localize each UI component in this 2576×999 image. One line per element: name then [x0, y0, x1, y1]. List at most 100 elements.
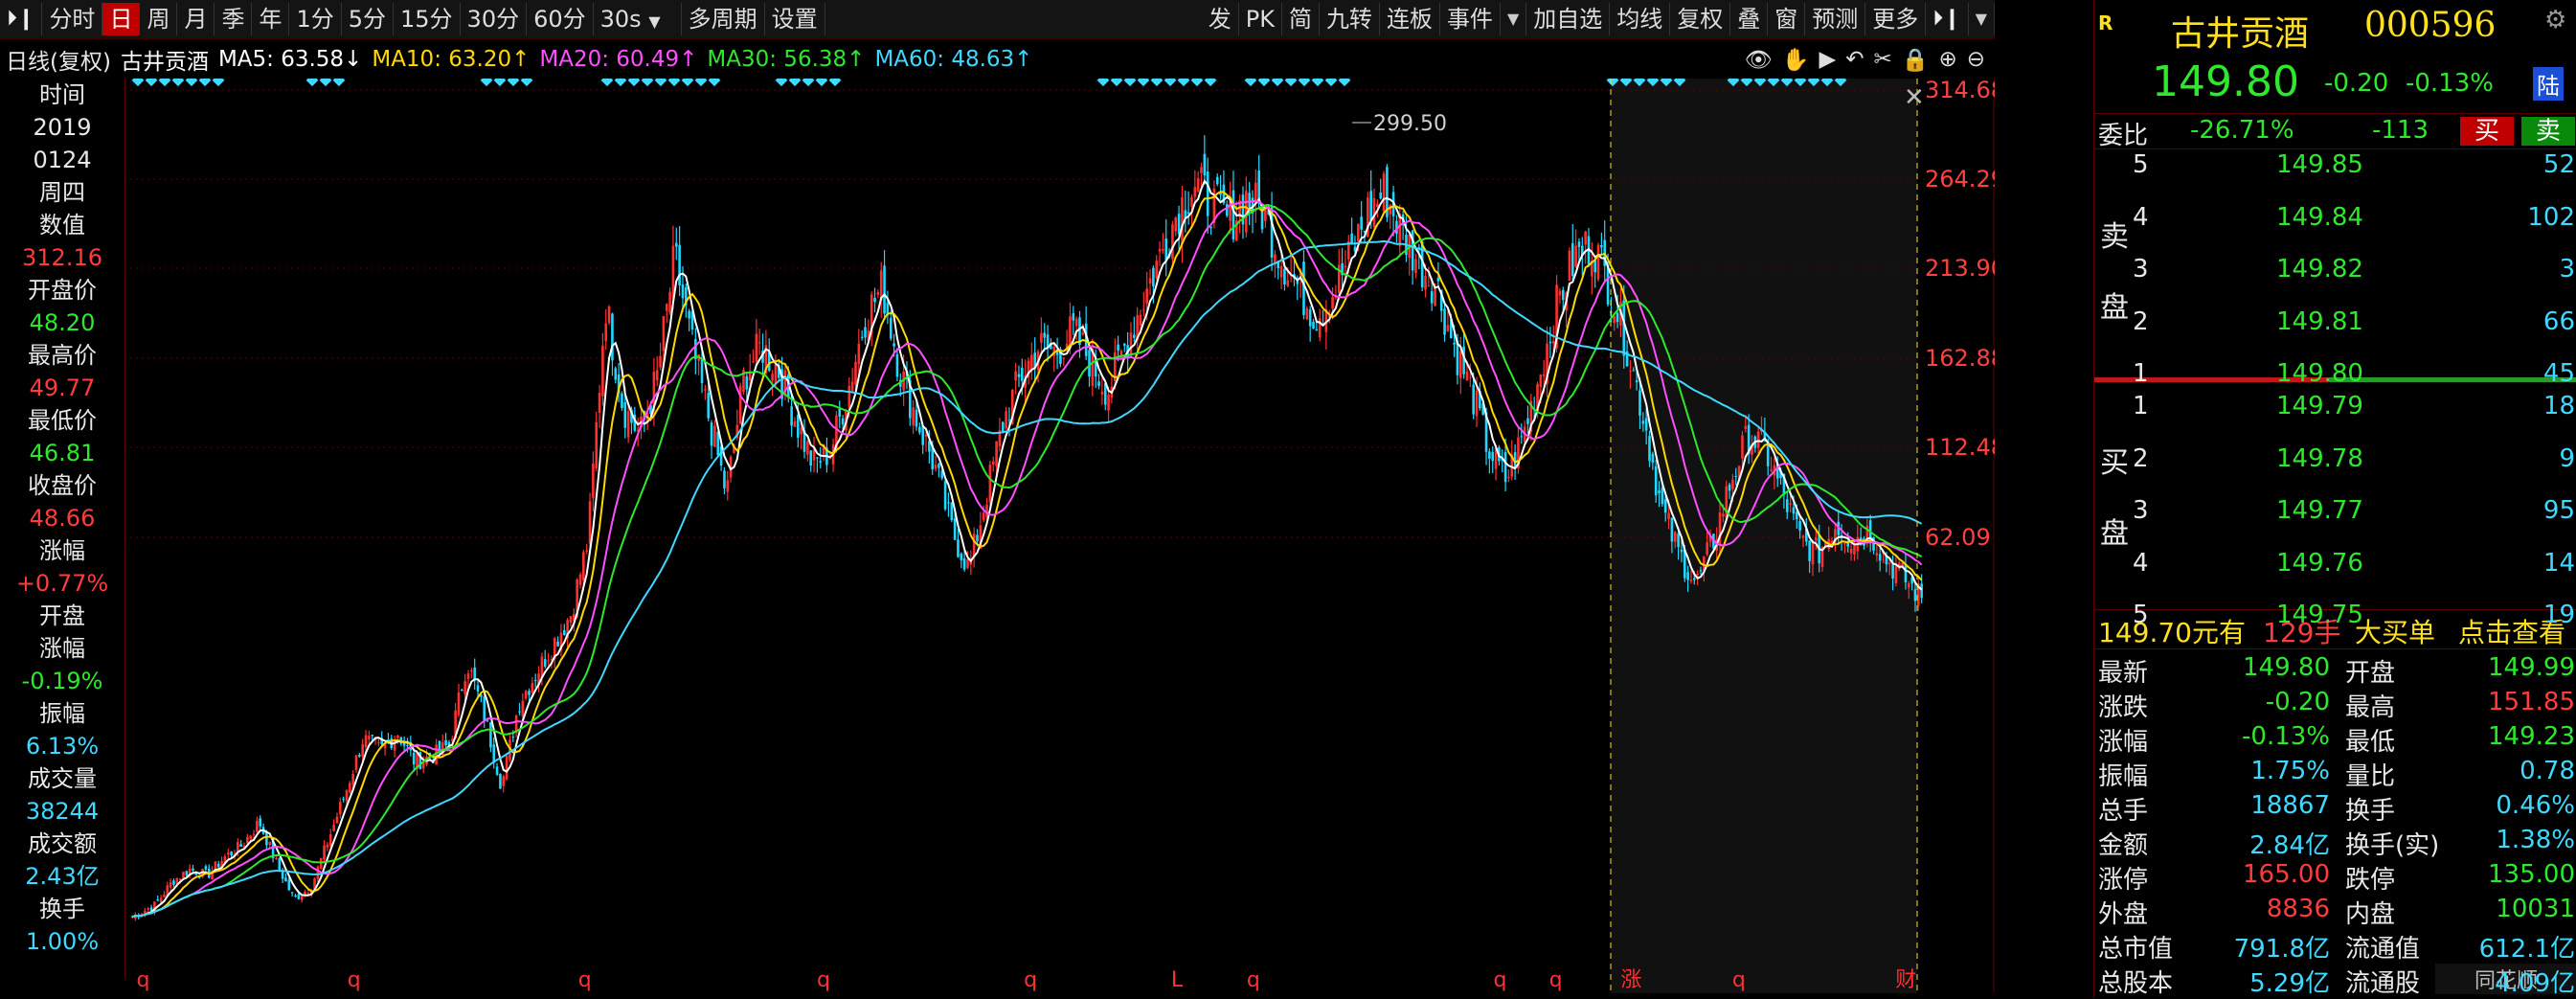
period-1min[interactable]: 1分: [289, 3, 342, 35]
time-axis-marker: q: [348, 968, 361, 992]
period-year[interactable]: 年: [252, 3, 290, 35]
forecast-button[interactable]: 预测: [1805, 3, 1866, 35]
candle-body: [809, 450, 812, 466]
candle-body: [621, 393, 623, 408]
settings-button[interactable]: 设置: [765, 3, 825, 35]
candle-body: [592, 464, 595, 498]
sidebar-toggle-icon[interactable]: ⏵❙: [0, 3, 43, 35]
candle-body: [335, 816, 339, 824]
candle-body: [1785, 499, 1789, 512]
candle-body: [1503, 451, 1507, 483]
candle-body: [1558, 290, 1562, 296]
buy-button[interactable]: 买: [2460, 117, 2514, 146]
close-chart-icon[interactable]: ✕: [1904, 83, 1925, 112]
signal-marker: [1298, 79, 1311, 87]
candle-body: [230, 851, 233, 856]
stat-label: 量比: [2345, 762, 2396, 791]
candle-body: [1789, 503, 1792, 505]
period-30s-select[interactable]: 30s ▼: [594, 3, 682, 35]
candle-body: [505, 755, 508, 780]
candle-body: [342, 798, 345, 800]
candle-body: [1853, 545, 1856, 555]
high-label: 最高价: [28, 342, 97, 369]
crosshair-info-panel: 时间 2019 0124 周四 数值 312.16 开盘价 48.20 最高价 …: [0, 79, 125, 979]
ask-side-label-2: 盘: [2100, 291, 2129, 325]
ma-button[interactable]: 均线: [1610, 3, 1671, 35]
candle-body: [819, 461, 823, 464]
period-week[interactable]: 周: [140, 3, 178, 35]
stat-label: 总股本: [2098, 969, 2174, 998]
time-axis-marker: q: [578, 968, 592, 992]
candle-body: [1155, 261, 1159, 279]
period-30min[interactable]: 30分: [461, 3, 528, 35]
zoom-out-icon[interactable]: ⊖: [1967, 47, 1985, 72]
lock-icon[interactable]: 🔒: [1902, 47, 1930, 73]
scissors-icon[interactable]: ✂: [1874, 47, 1892, 72]
candle-body: [918, 426, 921, 433]
time-axis-marker: q: [1247, 968, 1260, 992]
candle-body: [1005, 411, 1007, 429]
candle-body: [1145, 288, 1148, 305]
signal-marker: [332, 79, 346, 87]
period-quarter[interactable]: 季: [215, 3, 253, 35]
toolbar-menu-icon[interactable]: ▼: [1969, 3, 1995, 35]
signal-marker: [681, 79, 694, 87]
chevron-down-icon: ▼: [648, 12, 661, 31]
candle-body: [1379, 192, 1383, 199]
period-5min[interactable]: 5分: [342, 3, 394, 35]
collapse-right-icon[interactable]: ⏵❙: [1926, 3, 1969, 35]
play-icon[interactable]: ▶: [1819, 47, 1837, 72]
more-button[interactable]: 更多: [1865, 3, 1927, 35]
chart-stock-name: 古井贡酒: [120, 50, 209, 75]
candle-body: [755, 333, 758, 362]
candle-body: [1686, 572, 1689, 580]
r-badge-icon: R: [2098, 11, 2113, 34]
candle-body: [358, 754, 361, 757]
period-intraday[interactable]: 分时: [42, 3, 103, 35]
candle-body: [1651, 453, 1655, 464]
candle-body: [1629, 371, 1632, 373]
add-watchlist-button[interactable]: 加自选: [1526, 3, 1611, 35]
stat-label: 流通值: [2345, 935, 2421, 964]
stat-value: 165.00: [2243, 860, 2330, 889]
ask-volume-1: 45: [2542, 359, 2575, 389]
candle-body: [1171, 224, 1174, 260]
candle-body: [524, 691, 528, 699]
event-button[interactable]: 事件: [1440, 3, 1501, 35]
adjust-button[interactable]: 复权: [1670, 3, 1731, 35]
period-60min[interactable]: 60分: [527, 3, 594, 35]
candle-body: [1174, 217, 1178, 232]
stock-code: 000596: [2364, 6, 2497, 45]
zoom-in-icon[interactable]: ⊕: [1938, 47, 1956, 72]
gear-icon[interactable]: ⚙: [2544, 6, 2566, 34]
overlay-button[interactable]: 叠: [1730, 3, 1769, 35]
candle-body: [1017, 374, 1021, 377]
nine-turn-button[interactable]: 九转: [1320, 3, 1380, 35]
eye-icon[interactable]: 👁: [1745, 47, 1773, 73]
undo-icon[interactable]: ↶: [1845, 47, 1864, 72]
candle-body: [499, 774, 502, 789]
hand-icon[interactable]: ✋: [1782, 47, 1810, 73]
time-axis-marker: q: [817, 968, 830, 992]
sell-button[interactable]: 卖: [2521, 117, 2575, 146]
period-15min[interactable]: 15分: [394, 3, 461, 35]
candle-body: [1887, 562, 1891, 564]
bid-level-3: 3: [2133, 496, 2149, 526]
stat-value: 149.80: [2243, 653, 2330, 682]
candle-body: [1369, 191, 1372, 221]
window-button[interactable]: 窗: [1768, 3, 1806, 35]
period-day[interactable]: 日: [102, 3, 141, 35]
event-dropdown-icon[interactable]: ▼: [1501, 3, 1527, 35]
simple-button[interactable]: 简: [1282, 3, 1320, 35]
stat-label: 流通股: [2345, 969, 2421, 998]
send-button[interactable]: 发: [1202, 3, 1239, 35]
pk-button[interactable]: PK: [1239, 3, 1282, 35]
period-month[interactable]: 月: [177, 3, 215, 35]
limit-board-button[interactable]: 连板: [1380, 3, 1440, 35]
candle-body: [169, 882, 172, 888]
kline-chart[interactable]: 314.68 264.29 213.90 162.88 112.48 62.09 q q q q…: [124, 79, 1995, 993]
candle-body: [1129, 332, 1133, 357]
candle-body: [950, 502, 954, 520]
candle-body: [943, 481, 947, 510]
multi-period-button[interactable]: 多周期: [682, 3, 765, 35]
